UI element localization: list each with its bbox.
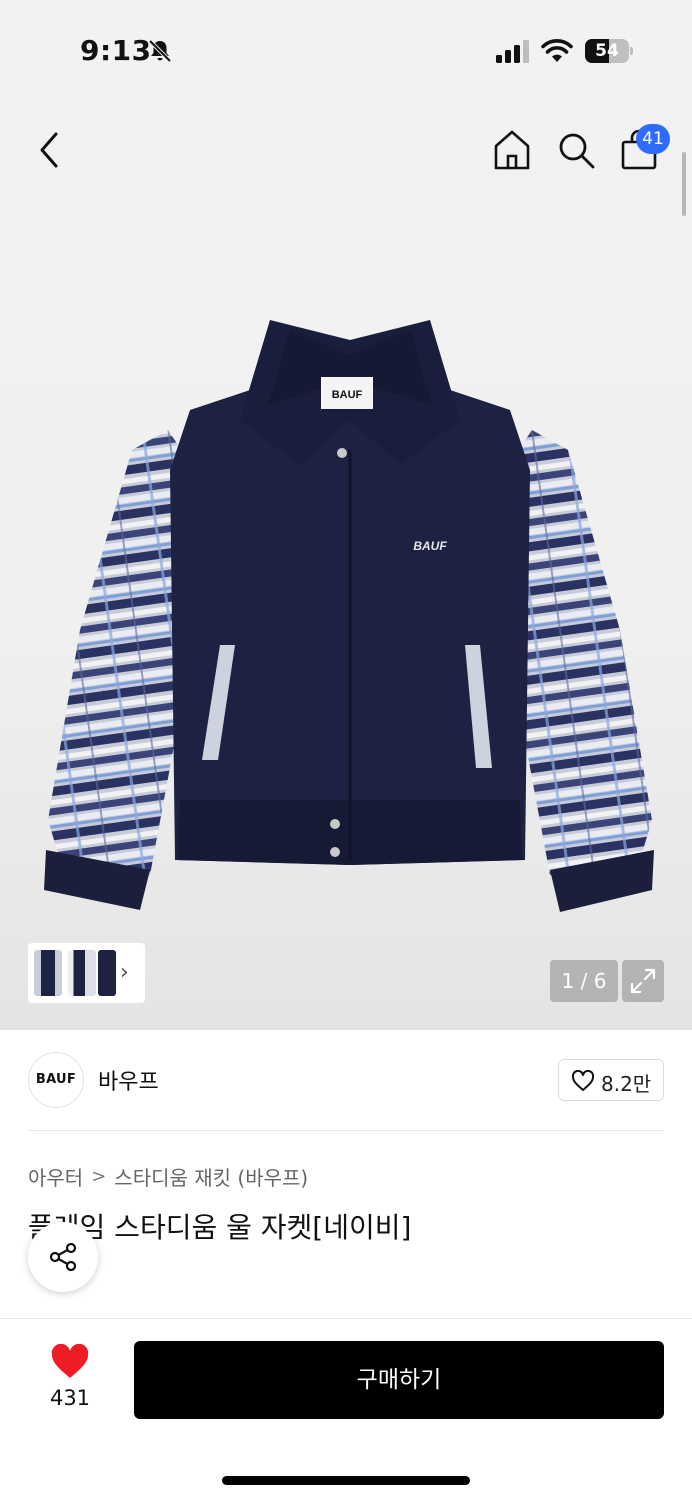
brand-logo[interactable]: BAUF xyxy=(28,1052,84,1108)
thumbnail-next-arrow[interactable]: › xyxy=(120,960,129,985)
home-indicator[interactable] xyxy=(222,1476,470,1485)
brand-like-button[interactable]: 8.2만 xyxy=(558,1059,664,1101)
image-page-indicator: 1 / 6 xyxy=(550,960,618,1002)
share-icon xyxy=(49,1242,77,1272)
cart-badge: 41 xyxy=(636,124,670,154)
battery-indicator: 54 xyxy=(585,39,633,63)
home-icon[interactable] xyxy=(492,128,532,172)
brand-like-count: 8.2만 xyxy=(601,1072,652,1096)
breadcrumb: 아우터 > 스타디움 재킷 (바우프) xyxy=(28,1162,308,1191)
wifi-icon xyxy=(541,39,573,62)
brand-name[interactable]: 바우프 xyxy=(98,1064,159,1096)
scrollbar[interactable] xyxy=(682,152,686,216)
signal-icon xyxy=(496,40,529,63)
status-bar: 9:13 54 xyxy=(0,0,692,100)
expand-button[interactable] xyxy=(622,960,664,1002)
heart-outline-icon xyxy=(571,1070,595,1091)
breadcrumb-item-outer[interactable]: 아우터 xyxy=(28,1166,83,1190)
svg-text:BAUF: BAUF xyxy=(332,389,363,401)
product-image-gallery[interactable]: 9:13 54 41 BAUF BAUF › 1 / 6 xyxy=(0,0,692,1030)
bottom-bar-divider xyxy=(0,1318,692,1319)
divider xyxy=(28,1130,664,1131)
wish-count: 431 xyxy=(49,1386,91,1410)
thumbnail-2[interactable] xyxy=(68,950,96,996)
product-photo[interactable]: BAUF BAUF xyxy=(40,300,660,930)
breadcrumb-item-stadium-jacket[interactable]: 스타디움 재킷 (바우프) xyxy=(114,1166,308,1190)
search-icon[interactable] xyxy=(555,128,597,172)
breadcrumb-separator: > xyxy=(91,1166,107,1187)
expand-icon xyxy=(630,968,656,994)
bell-slash-icon xyxy=(148,39,172,63)
thumbnail-1[interactable] xyxy=(34,950,62,996)
heart-filled-icon[interactable] xyxy=(50,1344,90,1380)
share-button[interactable] xyxy=(28,1222,98,1292)
status-time: 9:13 xyxy=(80,34,152,67)
svg-text:BAUF: BAUF xyxy=(413,539,447,553)
buy-button[interactable]: 구매하기 xyxy=(134,1341,664,1419)
battery-percent: 54 xyxy=(595,41,619,61)
thumbnail-3[interactable] xyxy=(98,950,116,996)
back-icon[interactable] xyxy=(30,128,70,172)
